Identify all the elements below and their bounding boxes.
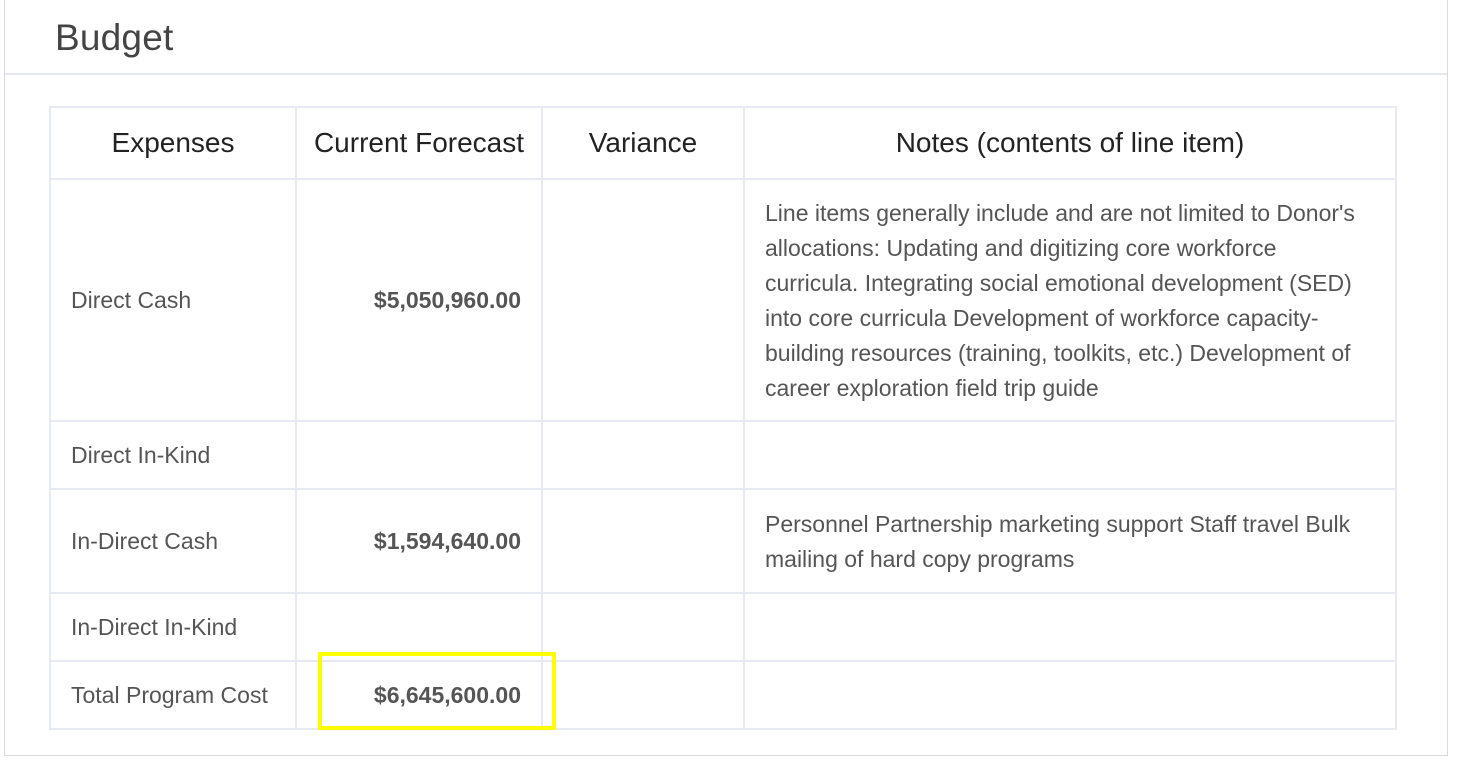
budget-table: Expenses Current Forecast Variance Notes… <box>49 106 1397 730</box>
header-current-forecast: Current Forecast <box>295 106 543 180</box>
table-row: Direct In-Kind <box>49 420 1397 490</box>
panel-header: Budget <box>5 0 1447 75</box>
header-variance: Variance <box>541 106 745 180</box>
variance-cell <box>541 488 745 594</box>
table-row: In-Direct Cash $1,594,640.00 Personnel P… <box>49 488 1397 594</box>
forecast-cell: $5,050,960.00 <box>295 178 543 422</box>
variance-cell <box>541 178 745 422</box>
notes-cell <box>743 420 1397 490</box>
variance-cell <box>541 660 745 730</box>
table-header-row: Expenses Current Forecast Variance Notes… <box>49 106 1397 180</box>
panel-title: Budget <box>55 17 174 58</box>
header-notes: Notes (contents of line item) <box>743 106 1397 180</box>
table-row-total: Total Program Cost $6,645,600.00 <box>49 660 1397 730</box>
forecast-cell <box>295 420 543 490</box>
forecast-cell <box>295 592 543 662</box>
expense-cell: Total Program Cost <box>49 660 297 730</box>
variance-cell <box>541 592 745 662</box>
table-row: In-Direct In-Kind <box>49 592 1397 662</box>
notes-cell <box>743 592 1397 662</box>
forecast-cell: $1,594,640.00 <box>295 488 543 594</box>
expense-cell: Direct In-Kind <box>49 420 297 490</box>
total-forecast-cell: $6,645,600.00 <box>295 660 543 730</box>
header-expenses: Expenses <box>49 106 297 180</box>
notes-cell <box>743 660 1397 730</box>
table-row: Direct Cash $5,050,960.00 Line items gen… <box>49 178 1397 422</box>
variance-cell <box>541 420 745 490</box>
notes-cell: Personnel Partnership marketing support … <box>743 488 1397 594</box>
notes-cell: Line items generally include and are not… <box>743 178 1397 422</box>
expense-cell: In-Direct In-Kind <box>49 592 297 662</box>
expense-cell: In-Direct Cash <box>49 488 297 594</box>
expense-cell: Direct Cash <box>49 178 297 422</box>
